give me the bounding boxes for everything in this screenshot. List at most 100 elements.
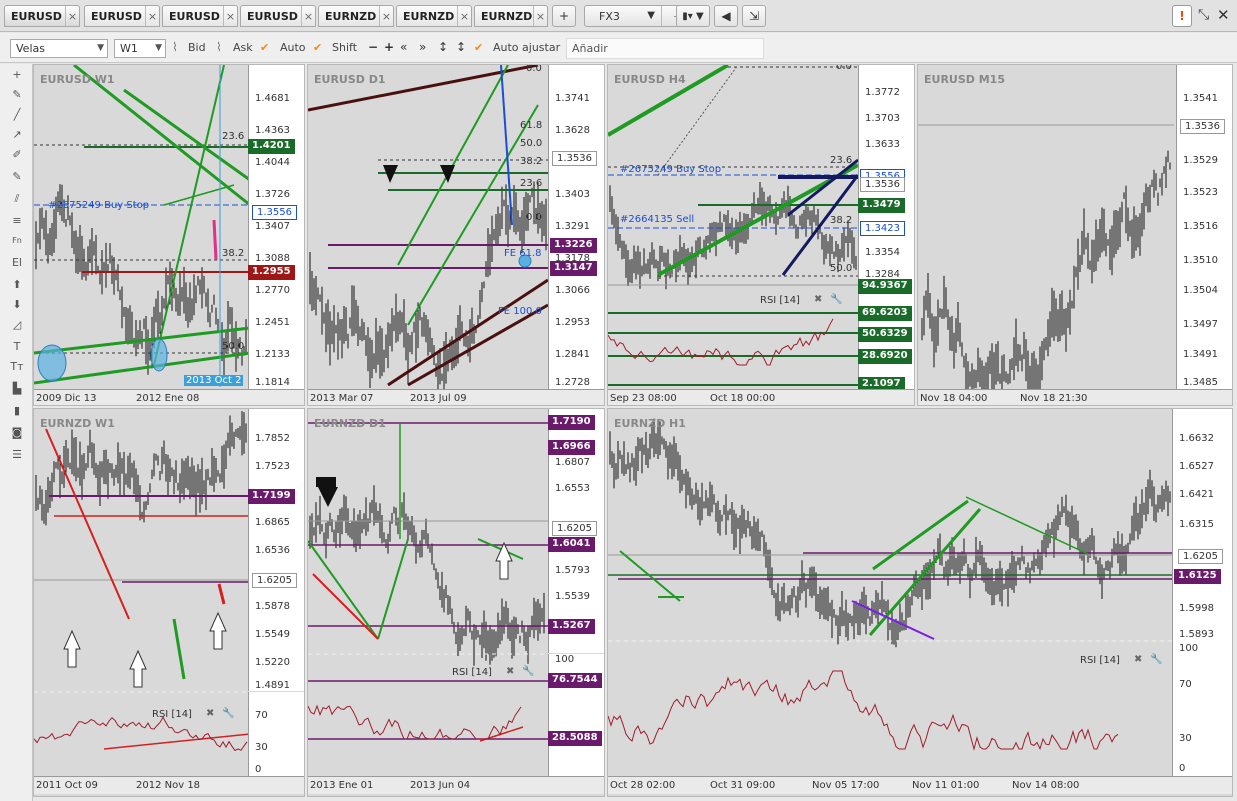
chart-panel-eurnzd-w1[interactable]: EURNZD W1 ✎ ✕ RSI [14] ✖ 🔧 1.7852 1.7523… <box>33 408 305 797</box>
order-label[interactable]: #2664135 Sell <box>620 214 694 225</box>
tab-label: EURUSD <box>91 9 142 23</box>
auto-adjust-toggle[interactable]: Auto ajustar <box>493 41 560 54</box>
y-tick: 1.3407 <box>255 221 290 232</box>
arrow-down-icon[interactable]: ⬇ <box>6 298 28 316</box>
close-icon[interactable]: ✖ <box>506 666 514 677</box>
check-icon[interactable]: ✔ <box>260 41 269 54</box>
ray-tool-icon[interactable]: ↗ <box>6 128 28 146</box>
close-icon[interactable]: ✖ <box>814 294 822 305</box>
x-tick: Oct 28 02:00 <box>610 780 676 791</box>
close-window-icon[interactable]: ✕ <box>1217 6 1230 24</box>
fullscreen-button[interactable]: ⇲ <box>742 5 766 27</box>
close-icon[interactable]: × <box>379 6 393 26</box>
tab-eurusd-4[interactable]: EURUSD × <box>240 5 316 27</box>
close-icon[interactable]: × <box>145 6 159 26</box>
order-label[interactable]: #2675249 Buy Stop <box>48 200 149 211</box>
price-tag: 1.3423 <box>860 221 905 236</box>
chart-panel-eurusd-w1[interactable]: EURUSD W1 ✎ ✕ #2675249 Buy Stop 23.6 38.… <box>33 64 305 406</box>
check-icon[interactable]: ✔ <box>474 41 483 54</box>
close-icon[interactable]: × <box>65 6 79 26</box>
indicators-icon[interactable]: ▙ <box>6 382 28 400</box>
order-label[interactable]: #2675249 Buy Stop <box>620 164 721 175</box>
y-tick: 1.3541 <box>1183 93 1218 104</box>
vertical-fit-icon[interactable]: ↕ <box>456 40 466 54</box>
marker-icon[interactable]: ✎ <box>6 170 28 188</box>
auto-toggle[interactable]: Auto <box>280 41 306 54</box>
time-axis[interactable]: Nov 18 04:00 Nov 18 21:30 <box>918 389 1232 405</box>
zoom-out-icon[interactable]: − <box>368 40 378 54</box>
panel-title: EURUSD M15 <box>924 73 1005 86</box>
crosshair-icon[interactable]: + <box>6 68 28 86</box>
price-axis[interactable]: 1.7852 1.7523 1.6865 1.6536 1.5878 1.554… <box>248 409 304 691</box>
time-axis[interactable]: 2009 Dic 13 2012 Ene 08 <box>34 389 304 405</box>
wrench-icon[interactable]: 🔧 <box>222 708 234 719</box>
price-axis[interactable]: 1.3541 1.3529 1.3523 1.3516 1.3510 1.350… <box>1176 65 1232 389</box>
list-icon[interactable]: ☰ <box>6 448 28 466</box>
rsi-axis[interactable]: 100 70 30 0 <box>1172 641 1232 776</box>
chart-panel-eurusd-m15[interactable]: EURUSD M15 ✎ ✕ 1.3541 1.3529 1.3523 1.35… <box>917 64 1233 406</box>
wrench-icon[interactable]: 🔧 <box>830 294 842 305</box>
close-icon[interactable]: ✖ <box>1134 654 1142 665</box>
time-axis[interactable]: 2011 Oct 09 2012 Nov 18 <box>34 776 304 794</box>
tab-eurnzd-3[interactable]: EURNZD × <box>474 5 548 27</box>
elliott-icon[interactable]: El <box>6 256 28 274</box>
tab-eurnzd-1[interactable]: EURNZD × <box>318 5 394 27</box>
chart-type-select[interactable]: Velas ▼ <box>10 39 108 58</box>
add-indicator-input[interactable]: Añadir <box>566 38 764 59</box>
info-button[interactable]: ! <box>1172 5 1192 27</box>
detach-button[interactable]: ◀ <box>714 5 738 27</box>
ask-toggle[interactable]: Ask <box>233 41 253 54</box>
wrench-icon[interactable]: 🔧 <box>522 666 534 677</box>
tab-eurnzd-2[interactable]: EURNZD × <box>396 5 472 27</box>
chart-panel-eurnzd-h1[interactable]: EURNZD H1 ✎ ✕ RSI [14] ✖ 🔧 1.6632 1.6527… <box>607 408 1233 797</box>
wrench-icon[interactable]: 🔧 <box>1150 654 1162 665</box>
tab-label: EURUSD <box>11 9 62 23</box>
price-axis[interactable]: 1.6632 1.6527 1.6421 1.6315 1.5998 1.589… <box>1172 409 1232 641</box>
chart-panel-eurnzd-d1[interactable]: EURNZD D1 ✎ ✕ RSI [14] ✖ 🔧 1.6807 1.6553… <box>307 408 605 797</box>
zoom-in-icon[interactable]: + <box>384 40 394 54</box>
bid-toggle[interactable]: Bid <box>188 41 206 54</box>
close-icon[interactable]: ✖ <box>206 708 214 719</box>
price-axis[interactable]: 1.4681 1.4363 1.4044 1.3726 1.3407 1.308… <box>248 65 304 389</box>
shift-toggle[interactable]: Shift <box>332 41 357 54</box>
pencil-icon[interactable]: ✎ <box>6 88 28 106</box>
panel-title: EURUSD D1 <box>314 73 386 86</box>
scroll-right-icon[interactable]: » <box>419 40 426 54</box>
layout-button[interactable]: ▮▾ ▼ <box>676 5 710 27</box>
text-icon[interactable]: T <box>6 340 28 358</box>
rsi-axis[interactable]: 70 30 0 <box>248 692 304 776</box>
tab-eurusd-3[interactable]: EURUSD × <box>162 5 238 27</box>
tab-eurusd-2[interactable]: EURUSD × <box>84 5 160 27</box>
fibonacci-icon[interactable]: Fn <box>6 236 28 254</box>
shapes-icon[interactable]: ◿ <box>6 318 28 336</box>
bars-icon[interactable]: ▮ <box>6 404 28 422</box>
vertical-stretch-icon[interactable]: ↕ <box>438 40 448 54</box>
chart-panel-eurusd-h4[interactable]: EURUSD H4 ✎ ✕ #2675249 Buy Stop #2664135… <box>607 64 915 406</box>
time-axis[interactable]: 2013 Mar 07 2013 Jul 09 <box>308 389 604 405</box>
period-select[interactable]: W1 ▼ <box>114 39 166 58</box>
text-label-icon[interactable]: Tт <box>6 360 28 378</box>
check-icon[interactable]: ✔ <box>313 41 322 54</box>
scroll-left-icon[interactable]: « <box>400 40 407 54</box>
y-tick: 1.3772 <box>865 87 900 98</box>
close-icon[interactable]: × <box>533 6 547 26</box>
arrow-up-icon[interactable]: ⬆ <box>6 278 28 296</box>
time-axis[interactable]: 2013 Ene 01 2013 Jun 04 <box>308 776 604 794</box>
pitchfork-icon[interactable]: ⫽ <box>6 192 28 210</box>
camera-icon[interactable]: ◙ <box>6 426 28 444</box>
channel-icon[interactable]: ≡ <box>6 214 28 232</box>
time-axis[interactable]: Sep 23 08:00 Oct 18 00:00 <box>608 389 914 405</box>
chart-canvas[interactable] <box>608 409 1233 797</box>
close-icon[interactable]: × <box>301 6 315 26</box>
tab-eurusd-1[interactable]: EURUSD × <box>4 5 80 27</box>
price-axis[interactable]: 1.3741 1.3628 1.3516 1.3403 1.3291 1.317… <box>548 65 604 389</box>
brush-icon[interactable]: ✐ <box>6 148 28 166</box>
close-icon[interactable]: × <box>223 6 237 26</box>
y-tick: 1.6632 <box>1179 433 1214 444</box>
add-tab-button[interactable]: + <box>552 5 576 27</box>
close-icon[interactable]: × <box>457 6 471 26</box>
chart-panel-eurusd-d1[interactable]: EURUSD D1 ✎ ✕ 61.8 50.0 38.2 23.6 0.0 0.… <box>307 64 605 406</box>
line-tool-icon[interactable]: ╱ <box>6 108 28 126</box>
collapse-icon[interactable]: ⤡ <box>1198 7 1209 23</box>
time-axis[interactable]: Oct 28 02:00 Oct 31 09:00 Nov 05 17:00 N… <box>608 776 1232 794</box>
